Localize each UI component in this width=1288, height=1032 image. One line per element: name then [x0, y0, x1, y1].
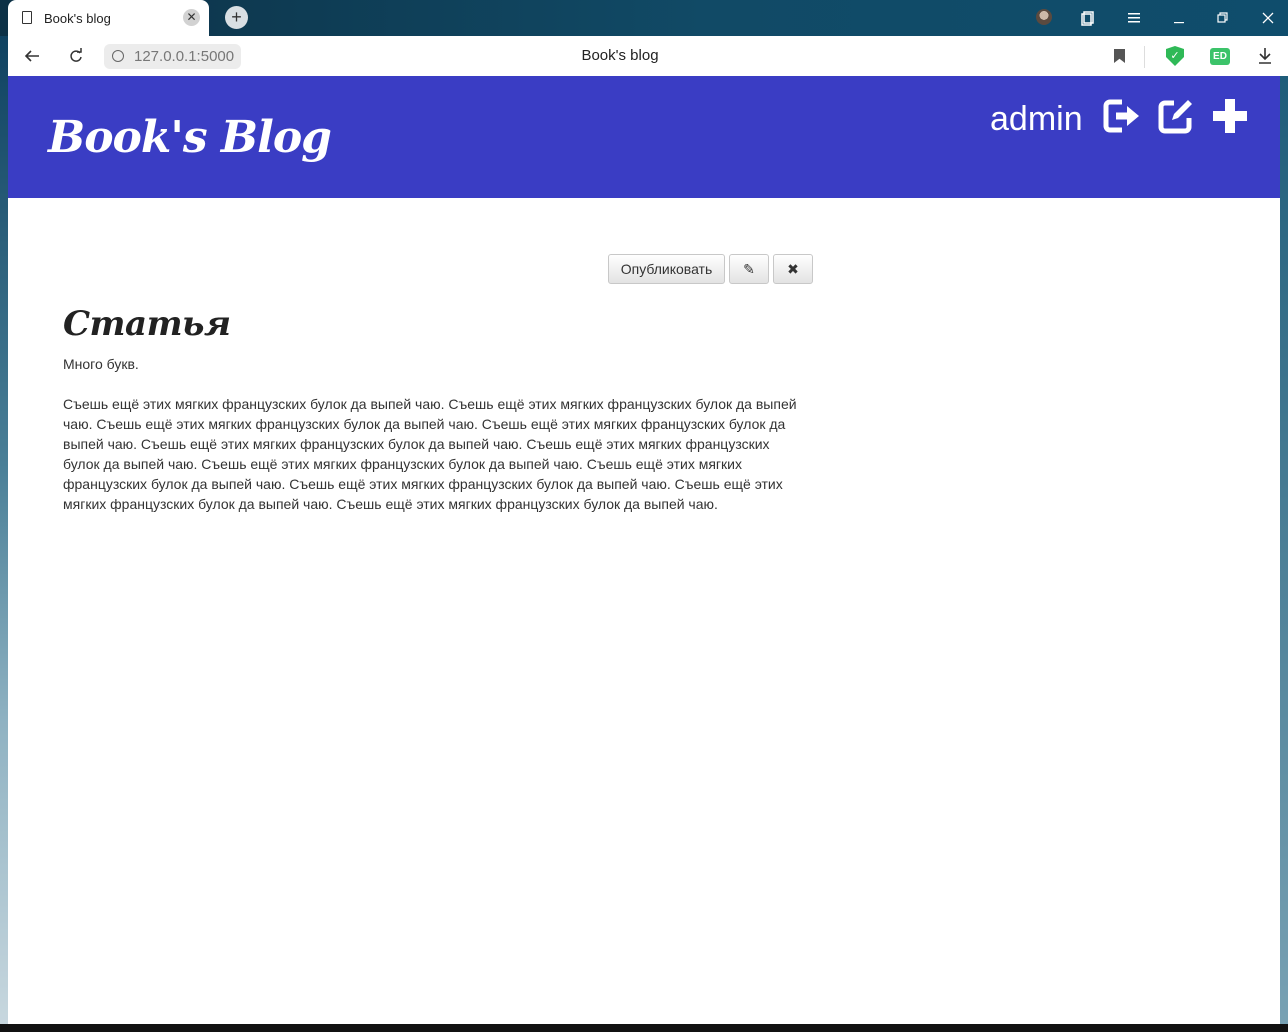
username-label[interactable]: admin: [990, 100, 1083, 139]
minimize-icon[interactable]: [1169, 11, 1189, 25]
ed-extension-icon[interactable]: ED: [1210, 48, 1230, 65]
site-header: Book's Blog admin: [8, 76, 1280, 198]
article: Статья Много букв. Съешь ещё этих мягких…: [63, 304, 823, 514]
logout-icon[interactable]: [1102, 96, 1142, 136]
delete-article-button[interactable]: ✖: [773, 254, 813, 284]
toolbar-divider: [1144, 46, 1145, 68]
profile-avatar[interactable]: [1036, 9, 1052, 25]
tab-sidebar-icon[interactable]: [1078, 9, 1098, 27]
edit-icon[interactable]: [1156, 96, 1196, 136]
window-page-title: Book's blog: [581, 47, 659, 64]
page-viewport: Book's Blog admin Опубликовать ✎ ✖ Стать…: [8, 76, 1280, 1024]
plus-icon[interactable]: [1210, 96, 1250, 136]
browser-toolbar: 127.0.0.1:5000 Book's blog ✓ ED: [8, 36, 1288, 76]
edit-article-button[interactable]: ✎: [729, 254, 769, 284]
tab-title: Book's blog: [44, 11, 111, 26]
new-tab-button[interactable]: +: [225, 6, 248, 29]
browser-tab[interactable]: Book's blog ✕: [8, 0, 209, 36]
taskbar-edge: [0, 1024, 1288, 1032]
desktop-background-left: [0, 0, 8, 1032]
menu-icon[interactable]: [1124, 11, 1144, 25]
article-title: Статья: [63, 304, 231, 344]
close-icon[interactable]: [1258, 11, 1278, 25]
article-body: Съешь ещё этих мягких французских булок …: [63, 396, 797, 512]
tab-close-button[interactable]: ✕: [183, 9, 200, 26]
publish-button[interactable]: Опубликовать: [608, 254, 725, 284]
page-icon: [22, 11, 32, 24]
browser-titlebar: Book's blog ✕ +: [0, 0, 1288, 36]
delete-x-icon: ✖: [787, 261, 799, 277]
site-logo[interactable]: Book's Blog: [48, 112, 332, 163]
restore-icon[interactable]: [1213, 11, 1233, 25]
pencil-icon: ✎: [743, 261, 755, 277]
download-icon[interactable]: [1257, 47, 1273, 65]
article-lead: Много букв.: [63, 356, 139, 372]
desktop-background-right: [1280, 36, 1288, 1032]
